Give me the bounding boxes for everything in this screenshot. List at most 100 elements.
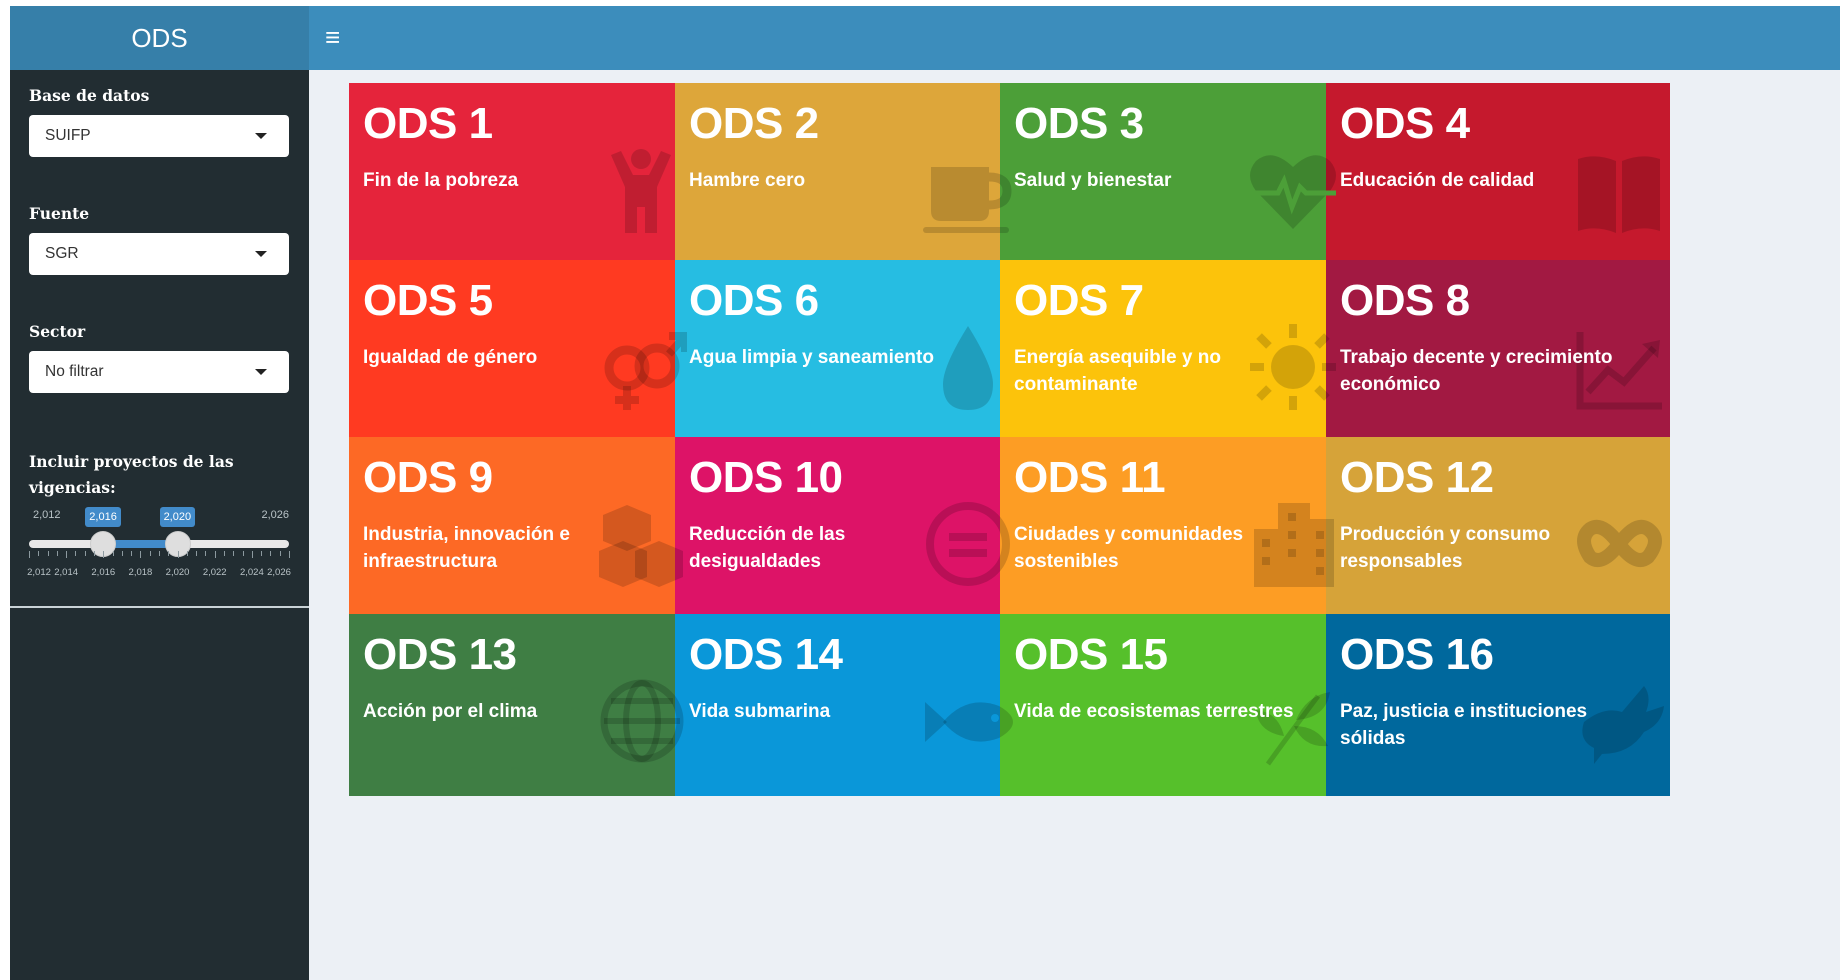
ods-tile-number: ODS 14 [689,630,843,679]
fuente-group: Fuente SGR [29,204,289,275]
ods-tile-number: ODS 2 [689,99,819,148]
caret-down-icon [255,251,267,257]
ods-tile-number: ODS 12 [1340,453,1494,502]
slider-tick [205,551,207,556]
ods-tile-title: Igualdad de género [363,347,538,368]
slider-tick [224,551,225,556]
ods-tile[interactable]: ODS 6 Agua limpia y saneamiento [675,260,1019,442]
ods-tile[interactable]: ODS 11 Ciudades y comunidades sostenibles [1000,437,1344,619]
slider-tick [75,551,77,556]
slider-grid-label: 2,018 [128,567,153,578]
slider-tick [233,551,235,556]
slider-tick [47,551,49,556]
ods-tile-number: ODS 3 [1014,99,1144,148]
ods-tile[interactable]: ODS 1 Fin de la pobreza [349,83,693,265]
slider-tick [29,551,30,558]
slider-grid-label: 2,016 [91,567,116,578]
slider-tick [214,551,216,558]
top-navbar: ≡ [309,6,1840,70]
sector-group: Sector No filtrar [29,322,289,393]
ods-tile-number: ODS 6 [689,276,819,325]
ods-tile[interactable]: ODS 9 Industria, innovación e infraestruc… [349,437,693,619]
slider-tick [279,551,281,556]
main-content: ODS 1 Fin de la pobreza ODS 2 Hambre cero OD… [309,70,1840,980]
ods-tile[interactable]: ODS 14 Vida submarina [675,614,1019,796]
ods-tile[interactable]: ODS 16 Paz, justicia e instituciones sóli… [1326,614,1670,796]
ods-tile-number: ODS 7 [1014,276,1144,325]
slider-min-label: 2,012 [33,509,61,521]
slider-to-label: 2,020 [159,507,196,527]
slider-tick [270,551,272,556]
slider-tick [168,551,170,556]
fuente-value: SGR [45,245,79,262]
ods-tile-number: ODS 1 [363,99,493,148]
ods-tile-number: ODS 10 [689,453,843,502]
slider-tick [186,551,188,556]
ods-tile[interactable]: ODS 8 Trabajo decente y crecimiento econó… [1326,260,1670,442]
slider-tick [242,551,244,556]
ods-tile[interactable]: ODS 4 Educación de calidad [1326,83,1670,265]
slider-grid [29,551,290,559]
ods-tile-title: Vida submarina [689,701,831,722]
ods-tile[interactable]: ODS 7 Energía asequible y no contaminante [1000,260,1344,442]
ods-tile-title: Vida de ecosistemas terrestres [1014,701,1294,722]
base-datos-label: Base de datos [29,86,150,105]
ods-tile[interactable]: ODS 2 Hambre cero [675,83,1019,265]
ods-tile-title: Salud y bienestar [1014,170,1172,191]
ods-tile-title: Reducción de las desigualdades [689,524,846,572]
sector-label: Sector [29,322,86,341]
ods-tile[interactable]: ODS 10 Reducción de las desigualdades [675,437,1019,619]
slider-tick [196,551,198,556]
vigencias-group: Incluir proyectos de las vigencias: [29,449,289,501]
ods-tile[interactable]: ODS 15 Vida de ecosistemas terrestres [1000,614,1344,796]
ods-tile-title: Agua limpia y saneamiento [689,347,934,368]
caret-down-icon [255,133,267,139]
slider-tick [94,551,95,556]
fuente-label: Fuente [29,204,90,223]
sector-value: No filtrar [45,363,104,380]
base-datos-select[interactable]: SUIFP [29,115,289,157]
sidebar: Base de datos SUIFP Fuente SGR Sector No… [10,70,309,980]
ods-tile-title: Producción y consumo responsables [1340,524,1551,572]
ods-tile-title: Industria, innovación e infraestructura [363,524,570,572]
ods-tile-title: Trabajo decente y crecimiento económico [1340,347,1613,395]
app-frame: ODS ≡ Base de datos SUIFP Fuente SGR Sec… [10,6,1840,980]
ods-tile-number: ODS 9 [363,453,493,502]
slider-grid-label: 2,024 [239,567,264,578]
ods-tile-number: ODS 8 [1340,276,1470,325]
ods-tile-number: ODS 15 [1014,630,1168,679]
slider-tick [289,551,290,558]
ods-tile-title: Acción por el clima [363,701,538,722]
slider-tick [149,551,151,556]
ods-tile[interactable]: ODS 13 Acción por el clima [349,614,693,796]
slider-tick [103,551,105,558]
ods-tile[interactable]: ODS 5 Igualdad de género [349,260,693,442]
base-datos-value: SUIFP [45,127,91,144]
slider-grid-label: 2,022 [202,567,227,578]
slider-from-label: 2,016 [85,507,121,527]
ods-tile-number: ODS 5 [363,276,493,325]
vigencias-range-slider[interactable]: 2,012 2,026 2,016 2,020 2,012 2,014 2,016 2… [27,507,291,587]
slider-tick [56,551,58,556]
slider-tick [131,551,133,556]
hamburger-icon[interactable]: ≡ [325,22,353,52]
ods-tile-title: Ciudades y comunidades sostenibles [1014,524,1244,572]
slider-grid-label: 2,020 [165,567,190,578]
slider-tick [261,551,263,556]
ods-tile[interactable]: ODS 3 Salud y bienestar [1000,83,1344,265]
slider-grid-label: 2,014 [54,567,79,578]
base-datos-group: Base de datos SUIFP [29,86,289,157]
sidebar-divider [10,606,309,608]
slider-grid-label: 2,026 [267,567,291,578]
app-logo[interactable]: ODS [10,6,309,70]
slider-tick [84,551,86,556]
ods-tile[interactable]: ODS 12 Producción y consumo responsables [1326,437,1670,619]
slider-tick [38,551,40,556]
sector-select[interactable]: No filtrar [29,351,289,393]
ods-tile-number: ODS 11 [1014,453,1166,502]
ods-tile-title: Paz, justicia e instituciones sólidas [1340,701,1588,749]
fuente-select[interactable]: SGR [29,233,289,275]
ods-tile-title: Hambre cero [689,170,806,191]
slider-tick [177,551,179,558]
slider-tick [159,551,160,556]
